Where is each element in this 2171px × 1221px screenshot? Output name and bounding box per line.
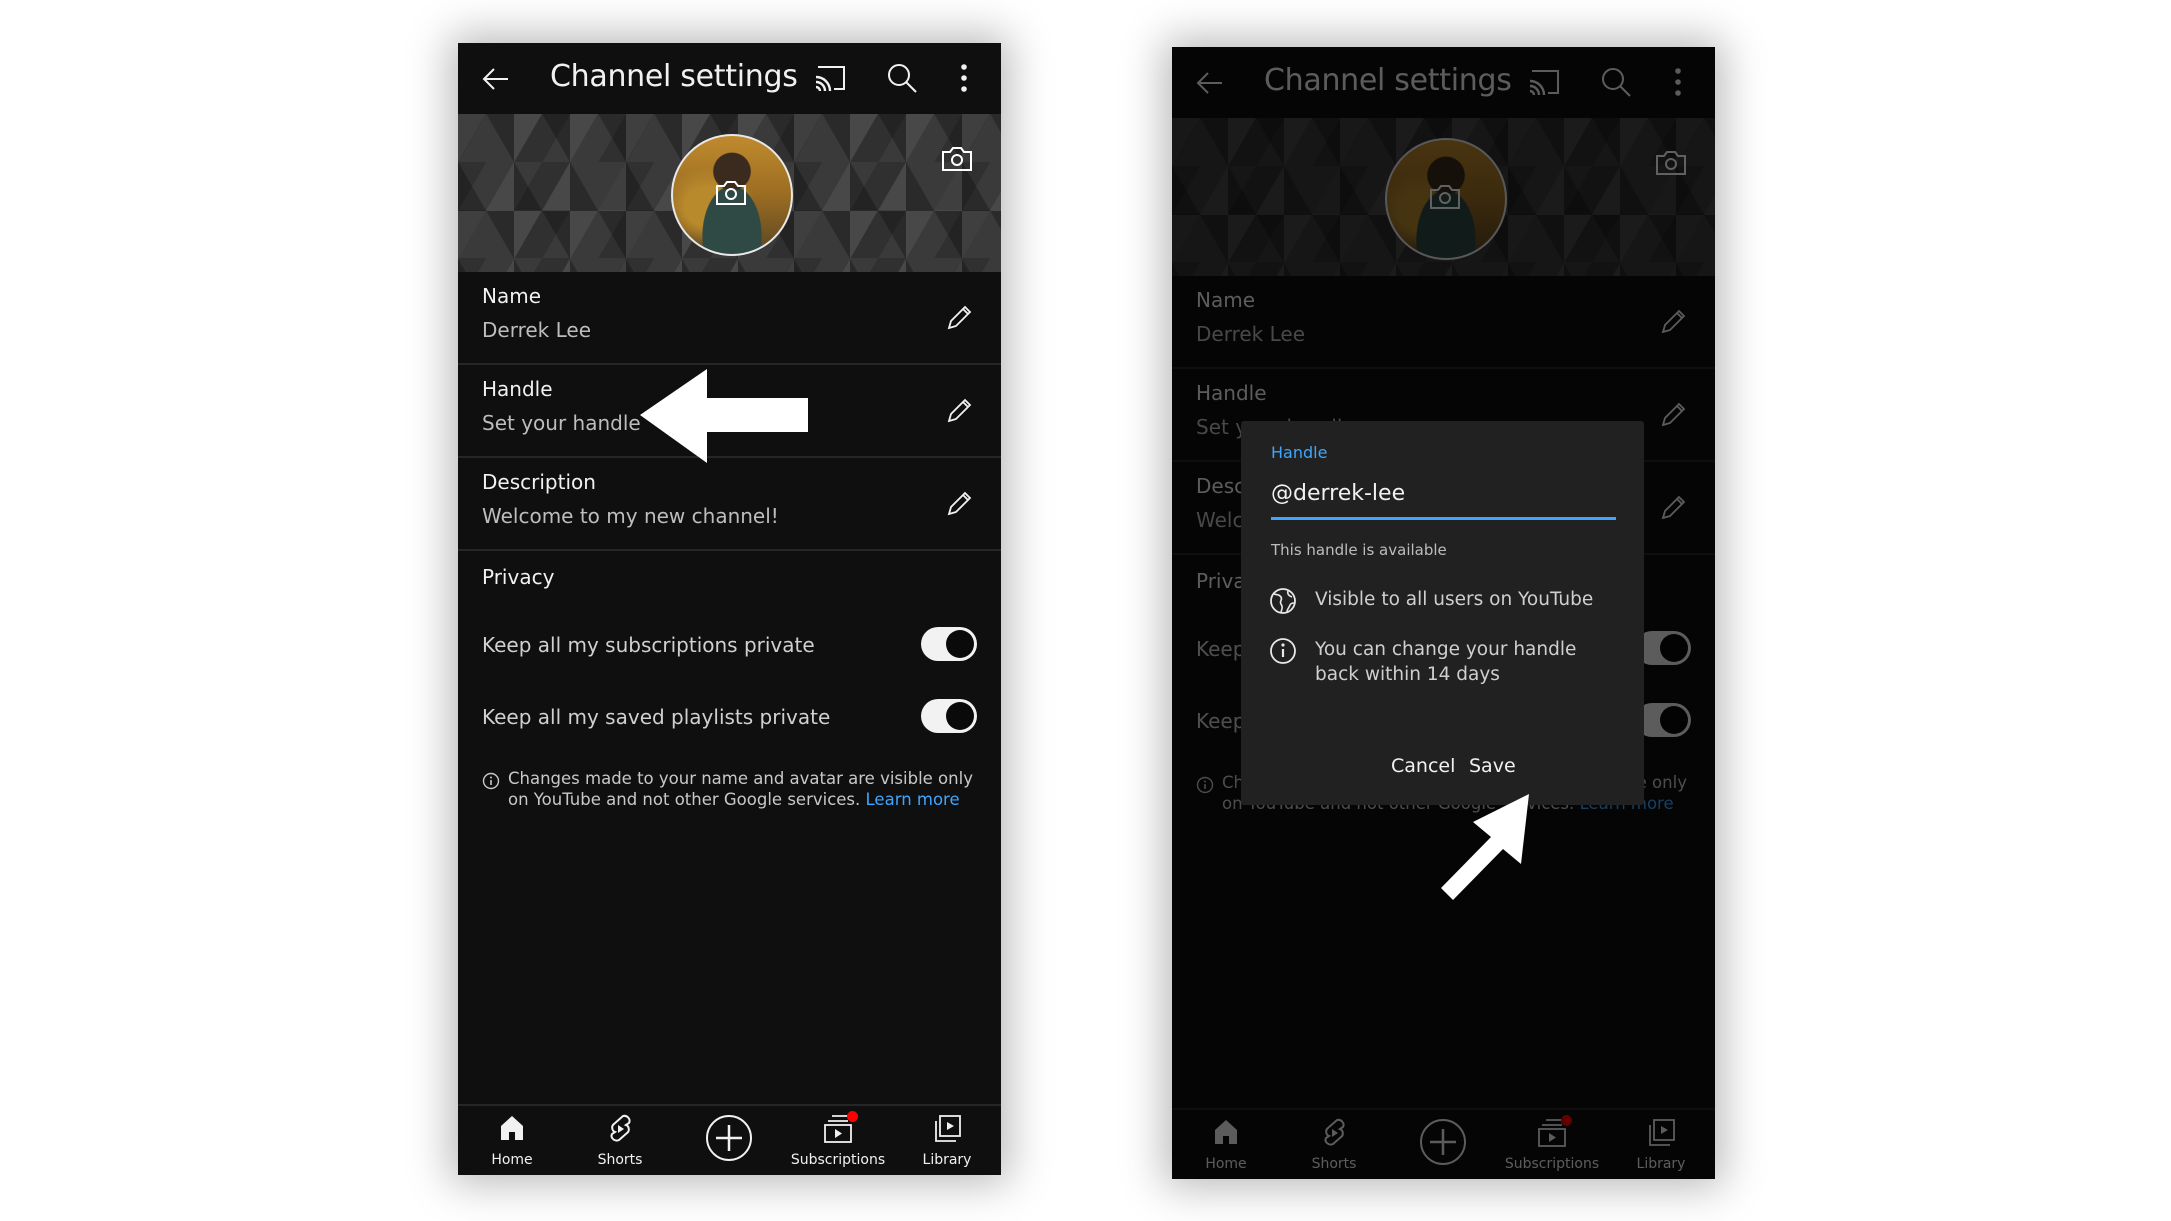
notification-badge (847, 1111, 858, 1122)
nav-home[interactable]: Home (458, 1106, 566, 1175)
nav-create[interactable] (675, 1106, 783, 1175)
search-icon[interactable] (885, 61, 919, 95)
nav-label: Library (922, 1152, 972, 1168)
camera-icon[interactable] (941, 146, 973, 172)
name-row[interactable]: Name Derrek Lee (458, 272, 1001, 365)
toggle-label: Keep all my saved playlists private (482, 705, 831, 729)
camera-icon (716, 181, 746, 205)
subscriptions-private-toggle[interactable] (921, 627, 977, 661)
save-button[interactable]: Save (1461, 751, 1524, 781)
phone-screen-channel-settings: Channel settings Name Derrek Lee Handle … (458, 43, 1001, 1175)
description-row[interactable]: Description Welcome to my new channel! (458, 458, 1001, 551)
back-arrow-icon[interactable] (480, 63, 512, 95)
row-label: Handle (482, 377, 553, 401)
annotation-arrow-save (1441, 794, 1529, 900)
cancel-button[interactable]: Cancel (1383, 751, 1463, 781)
globe-icon (1270, 588, 1296, 614)
availability-status: This handle is available (1271, 541, 1447, 559)
annotation-arrow-handle (640, 369, 808, 463)
info-icon (482, 772, 500, 790)
row-label: Description (482, 470, 596, 494)
info-icon (1270, 638, 1296, 664)
create-plus-icon (706, 1115, 752, 1161)
edit-pencil-icon[interactable] (945, 395, 975, 425)
toggle-knob (946, 702, 974, 730)
page-title: Channel settings (550, 59, 798, 94)
nav-label: Subscriptions (790, 1152, 886, 1168)
toggle-label: Keep all my subscriptions private (482, 633, 815, 657)
library-icon (935, 1115, 961, 1142)
phone-screen-handle-dialog: Channel settings Name Derrek Lee Handle … (1172, 47, 1715, 1179)
handle-input-field[interactable]: @ (1271, 477, 1616, 520)
toggle-knob (946, 630, 974, 658)
playlists-private-toggle[interactable] (921, 699, 977, 733)
row-label: Name (482, 284, 542, 308)
row-value: Derrek Lee (482, 318, 592, 342)
privacy-heading: Privacy (482, 565, 555, 589)
handle-input[interactable] (1293, 481, 1593, 506)
shorts-icon (610, 1114, 631, 1142)
channel-banner[interactable] (458, 114, 1001, 272)
row-value: Welcome to my new channel! (482, 504, 779, 528)
cast-icon[interactable] (814, 63, 848, 93)
handle-prefix: @ (1271, 481, 1293, 506)
nav-shorts[interactable]: Shorts (566, 1106, 674, 1175)
edit-pencil-icon[interactable] (945, 488, 975, 518)
home-icon (501, 1116, 523, 1140)
app-bar: Channel settings (458, 43, 1001, 114)
nav-label: Shorts (597, 1152, 643, 1168)
edit-pencil-icon[interactable] (945, 302, 975, 332)
nav-library[interactable]: Library (893, 1106, 1001, 1175)
visibility-info-text: Visible to all users on YouTube (1315, 589, 1594, 610)
subscriptions-private-setting: Keep all my subscriptions private (458, 625, 1001, 665)
handle-field-label: Handle (1271, 443, 1328, 462)
avatar[interactable] (671, 134, 793, 256)
learn-more-link[interactable]: Learn more (866, 790, 960, 809)
row-value: Set your handle (482, 411, 641, 435)
change-back-info-text: You can change your handle back within 1… (1315, 639, 1577, 685)
more-vert-icon[interactable] (956, 61, 972, 95)
bottom-navigation: Home Shorts Subscriptions Library (458, 1104, 1001, 1175)
nav-label: Home (491, 1152, 533, 1168)
handle-dialog: Handle @ This handle is available Visibl… (1241, 421, 1644, 805)
playlists-private-setting: Keep all my saved playlists private (458, 697, 1001, 737)
nav-subscriptions[interactable]: Subscriptions (784, 1106, 892, 1175)
